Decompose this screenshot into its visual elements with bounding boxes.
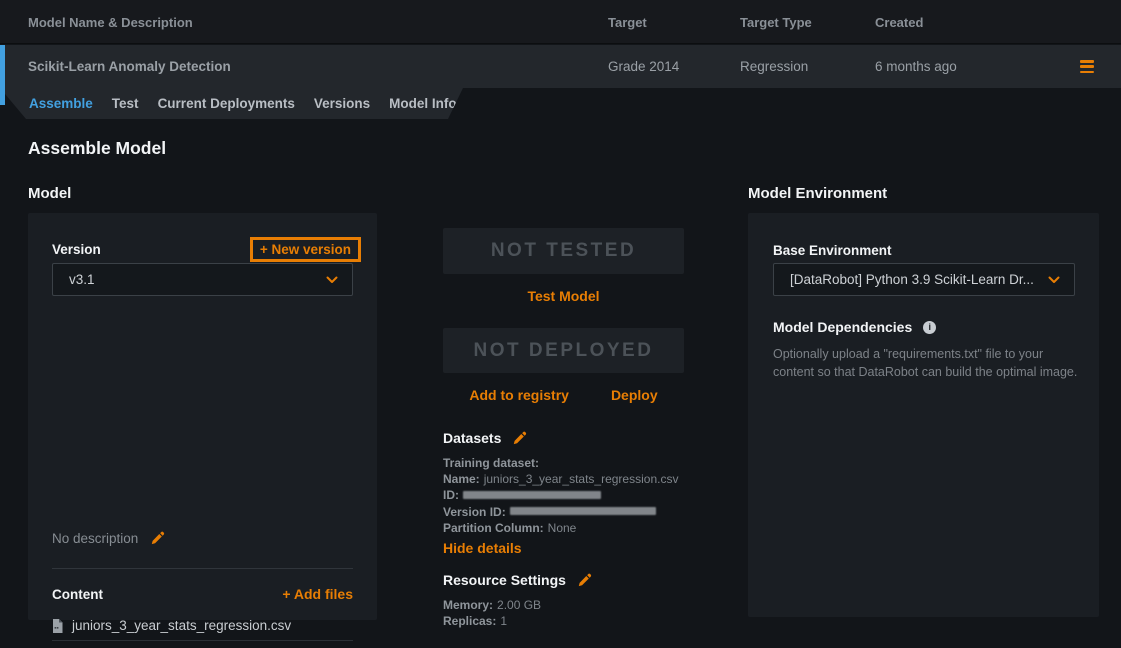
tab-current-deployments[interactable]: Current Deployments: [158, 96, 295, 111]
dataset-id-label: ID:: [443, 488, 459, 502]
column-header-created: Created: [875, 0, 923, 44]
replicas-value: 1: [500, 614, 507, 628]
model-table-row[interactable]: Scikit-Learn Anomaly Detection Grade 201…: [0, 45, 1121, 88]
datasets-title: Datasets: [443, 430, 501, 446]
dataset-id-redacted-value: [463, 491, 601, 499]
environment-section-title: Model Environment: [748, 185, 887, 202]
add-to-registry-link[interactable]: Add to registry: [469, 387, 569, 403]
resource-settings-title: Resource Settings: [443, 572, 566, 588]
description-placeholder: No description: [52, 531, 138, 546]
replicas-label: Replicas:: [443, 614, 496, 628]
version-dropdown[interactable]: v3.1: [52, 263, 353, 296]
base-environment-value: [DataRobot] Python 3.9 Scikit-Learn Dr..…: [790, 272, 1040, 287]
version-label: Version: [52, 242, 101, 257]
deploy-link[interactable]: Deploy: [611, 387, 658, 403]
model-dependencies-title: Model Dependencies: [773, 319, 912, 335]
model-dependencies-block: Model Dependencies i Optionally upload a…: [773, 317, 1075, 381]
column-header-target-type: Target Type: [740, 0, 812, 44]
environment-panel: Base Environment [DataRobot] Python 3.9 …: [748, 213, 1099, 617]
tab-assemble[interactable]: Assemble: [29, 96, 93, 111]
training-dataset-label: Training dataset:: [443, 456, 539, 470]
model-table-header: Model Name & Description Target Target T…: [0, 0, 1121, 44]
tab-versions[interactable]: Versions: [314, 96, 370, 111]
tab-test[interactable]: Test: [112, 96, 139, 111]
file-row[interactable]: model.yaml: [52, 641, 353, 648]
base-environment-dropdown[interactable]: [DataRobot] Python 3.9 Scikit-Learn Dr..…: [773, 263, 1075, 296]
test-model-link[interactable]: Test Model: [527, 288, 599, 304]
custom-model-workshop-page: Model Name & Description Target Target T…: [0, 0, 1121, 648]
version-dropdown-value: v3.1: [69, 272, 318, 287]
not-tested-status: NOT TESTED: [443, 228, 684, 274]
model-target: Grade 2014: [608, 45, 679, 88]
dataset-version-id-label: Version ID:: [443, 505, 506, 519]
edit-datasets-pencil-icon[interactable]: [512, 431, 527, 446]
partition-column-label: Partition Column:: [443, 521, 544, 535]
content-file-list: juniors_3_year_stats_regression.csv mode…: [52, 611, 353, 648]
model-dependencies-help-text: Optionally upload a "requirements.txt" f…: [773, 346, 1078, 381]
file-row[interactable]: juniors_3_year_stats_regression.csv: [52, 611, 353, 641]
chevron-down-icon: [1048, 276, 1060, 284]
not-deployed-status: NOT DEPLOYED: [443, 328, 684, 373]
dataset-version-id-redacted-value: [510, 507, 656, 515]
row-menu-icon[interactable]: [1080, 60, 1094, 73]
dataset-name-label: Name:: [443, 472, 480, 486]
content-label: Content: [52, 587, 103, 602]
new-version-button[interactable]: + New version: [250, 237, 361, 262]
memory-value: 2.00 GB: [497, 598, 541, 612]
tab-model-info[interactable]: Model Info: [389, 96, 457, 111]
edit-description-pencil-icon[interactable]: [150, 531, 165, 546]
model-target-type: Regression: [740, 45, 808, 88]
info-icon[interactable]: i: [923, 321, 936, 334]
divider: [52, 568, 353, 569]
column-header-name: Model Name & Description: [28, 0, 193, 44]
column-header-target: Target: [608, 0, 647, 44]
hide-details-link[interactable]: Hide details: [443, 540, 522, 556]
base-environment-label: Base Environment: [773, 243, 892, 258]
model-section-title: Model: [28, 185, 71, 202]
selected-row-accent: [0, 45, 5, 105]
page-title: Assemble Model: [28, 138, 166, 159]
chevron-down-icon: [326, 276, 338, 284]
file-icon: [52, 619, 63, 633]
model-panel: Version + New version v3.1 No descriptio…: [28, 213, 377, 620]
datasets-block: Datasets Training dataset: Name: juniors_…: [443, 428, 703, 536]
partition-column-value: None: [548, 521, 577, 535]
model-name: Scikit-Learn Anomaly Detection: [28, 45, 231, 88]
add-files-button[interactable]: + Add files: [282, 586, 353, 602]
file-name: juniors_3_year_stats_regression.csv: [72, 618, 291, 633]
resource-settings-block: Resource Settings Memory: 2.00 GB Replica…: [443, 570, 592, 629]
edit-resource-settings-pencil-icon[interactable]: [577, 573, 592, 588]
model-tabs: Assemble Test Current Deployments Versio…: [0, 88, 463, 119]
memory-label: Memory:: [443, 598, 493, 612]
model-created: 6 months ago: [875, 45, 957, 88]
dataset-name-value: juniors_3_year_stats_regression.csv: [484, 472, 679, 486]
